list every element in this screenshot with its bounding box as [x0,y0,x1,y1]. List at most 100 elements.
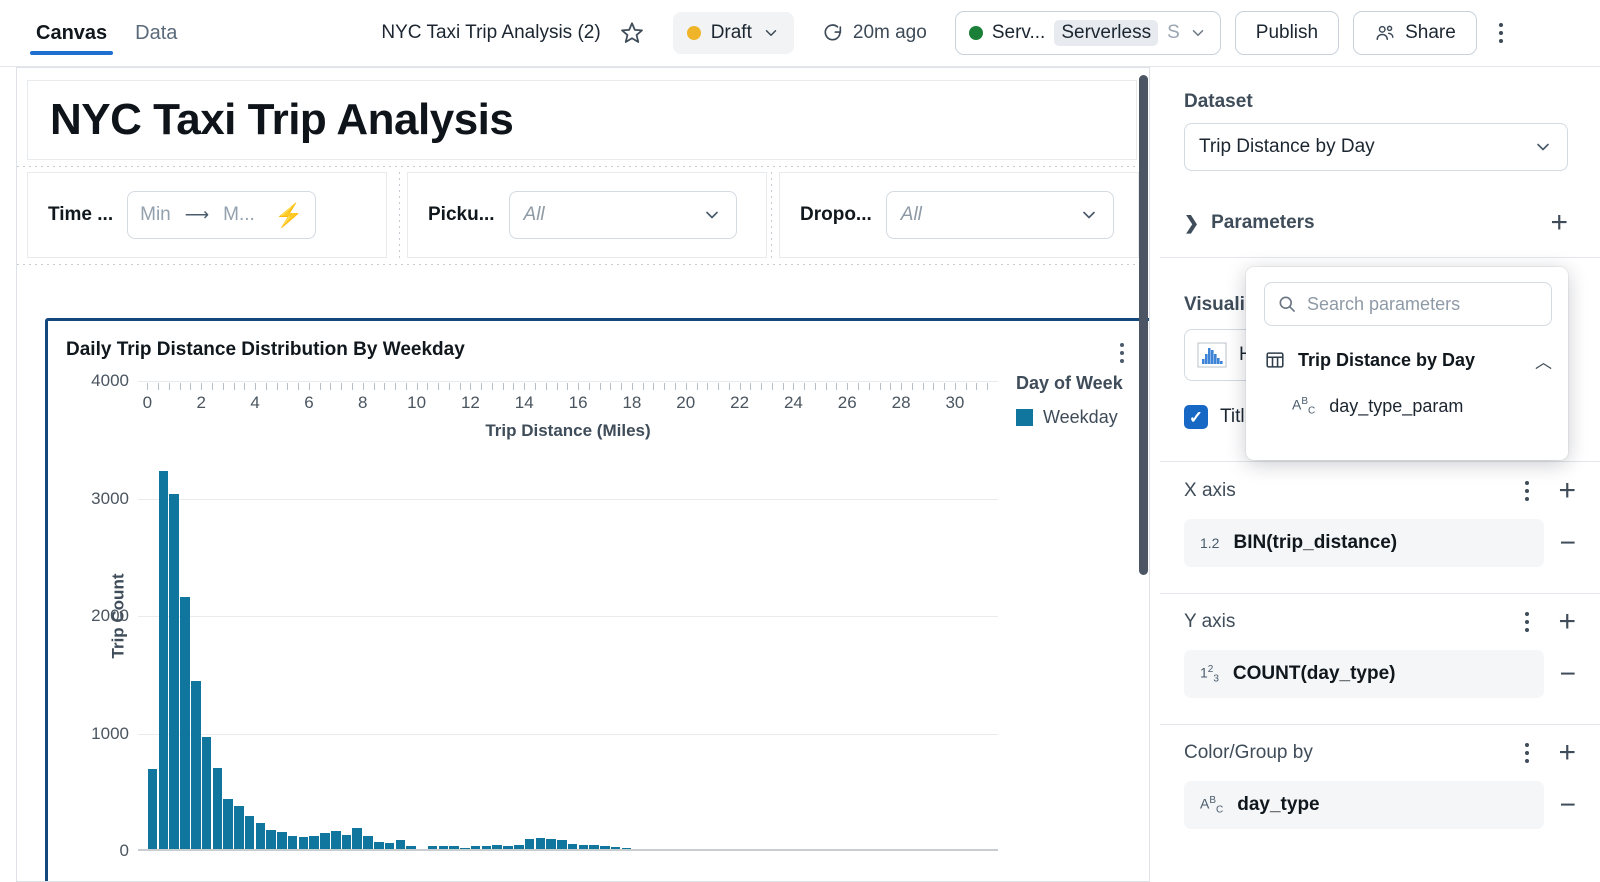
status-dot-icon [687,26,701,40]
dropoff-select[interactable]: All [886,191,1114,239]
add-parameter-button[interactable]: + [1550,211,1568,235]
x-axis-tickmark [352,383,353,390]
bar[interactable] [245,816,255,851]
decimal-type-icon: 1.2 [1200,535,1219,551]
x-axis-tickmark [374,383,375,390]
x-axis-tickmark [675,383,676,390]
filter-widget-time[interactable]: Time ... Min ⟶ M... ⚡ [27,172,387,258]
x-axis-tick-label: 24 [784,393,803,413]
remove-field-button-x-axis[interactable]: − [1560,534,1576,552]
share-button[interactable]: Share [1353,11,1477,55]
tab-data[interactable]: Data [121,0,191,67]
bar[interactable] [148,769,158,851]
x-axis-tickmark [201,383,202,390]
field-pill-y-axis[interactable]: 123 COUNT(day_type) [1184,650,1544,698]
refresh-status[interactable]: 20m ago [822,22,927,44]
shelf-menu-icon[interactable] [1518,743,1536,763]
chevron-up-icon[interactable]: ︿ [1535,348,1552,373]
x-axis-tickmark [513,383,514,390]
shelf-menu-icon[interactable] [1518,612,1536,632]
visualization-label: Visuali [1184,294,1245,316]
bar[interactable] [191,681,201,851]
dataset-value: Trip Distance by Day [1199,136,1375,158]
add-field-button-color-group[interactable]: + [1558,741,1576,765]
bar[interactable] [202,737,212,851]
filter-widget-dropoff[interactable]: Dropo... All [779,172,1139,258]
title-checkbox[interactable] [1184,405,1208,429]
x-axis-tickmark [395,383,396,390]
pickup-select[interactable]: All [509,191,737,239]
legend-swatch-icon [1016,409,1033,426]
more-options-icon[interactable] [1489,23,1513,43]
canvas-scrollbar[interactable] [1139,75,1148,575]
shelf-title-y-axis: Y axis [1184,611,1235,633]
bar[interactable] [256,823,266,851]
filter-widget-pickup[interactable]: Picku... All [407,172,767,258]
parameter-group-row[interactable]: Trip Distance by Day ︿ [1264,343,1552,377]
grid-divider [17,166,1150,167]
shelf-menu-icon[interactable] [1518,481,1536,501]
y-axis-tick-label: 4000 [91,371,129,391]
bar[interactable] [234,806,244,851]
remove-field-button-color-group[interactable]: − [1560,796,1576,814]
people-icon [1374,22,1396,44]
add-field-button-y-axis[interactable]: + [1558,610,1576,634]
x-axis-tick-label: 30 [945,393,964,413]
field-pill-x-axis[interactable]: 1.2 BIN(trip_distance) [1184,519,1544,567]
x-axis-tickmark [847,383,848,390]
dataset-select[interactable]: Trip Distance by Day [1184,123,1568,171]
document-title[interactable]: NYC Taxi Trip Analysis (2) [381,22,600,44]
star-icon[interactable] [617,18,647,48]
x-axis-tickmark [772,383,773,390]
chart-widget[interactable]: Daily Trip Distance Distribution By Week… [45,318,1150,882]
range-max-placeholder: M... [223,204,255,226]
bar[interactable] [159,471,169,851]
x-axis-tickmark [621,383,622,390]
bar[interactable] [331,831,341,851]
bar[interactable] [352,828,362,852]
x-axis-tickmark [180,383,181,390]
field-pill-color-group[interactable]: ABC day_type [1184,781,1544,829]
bar[interactable] [180,597,190,851]
x-axis-tickmark [589,383,590,390]
warehouse-selector[interactable]: Serv... Serverless S [955,11,1221,55]
kebab-dot [1525,628,1529,632]
bar[interactable] [169,494,179,851]
add-field-button-x-axis[interactable]: + [1558,479,1576,503]
x-axis-tickmark [244,383,245,390]
x-axis-tickmark [438,383,439,390]
bar[interactable] [223,799,233,851]
x-axis-tickmark [223,383,224,390]
lightning-bolt-icon[interactable]: ⚡ [275,202,304,229]
kebab-dot [1525,743,1529,747]
bar[interactable] [266,830,276,851]
title-checkbox-label: Titl [1220,406,1245,428]
legend-item[interactable]: Weekday [1016,407,1123,428]
parameters-section-header[interactable]: ❯ Parameters + [1184,211,1568,235]
x-axis-tick-label: 18 [622,393,641,413]
tab-canvas[interactable]: Canvas [22,0,121,67]
parameter-search-input[interactable]: Search parameters [1264,282,1552,326]
x-axis-tickmark [793,383,794,390]
x-axis-tickmark [309,383,310,390]
legend-title: Day of Week [1016,373,1123,394]
x-axis-tick-label: 0 [143,393,152,413]
parameters-label: Parameters [1211,212,1315,234]
bar[interactable] [213,768,223,851]
string-type-icon: ABC [1200,795,1223,815]
arrow-right-icon: ⟶ [185,205,209,225]
parameter-item[interactable]: ABC day_type_param [1292,389,1552,423]
x-axis-tick-label: 8 [358,393,367,413]
x-axis-tickmark [190,383,191,390]
section-divider [1160,257,1600,258]
remove-field-button-y-axis[interactable]: − [1560,665,1576,683]
time-range-input[interactable]: Min ⟶ M... ⚡ [127,191,316,239]
shelf-title-x-axis: X axis [1184,480,1236,502]
x-axis-tickmark [966,383,967,390]
kebab-dot [1120,343,1124,347]
title-checkbox-row[interactable]: Titl [1184,405,1245,429]
status-badge[interactable]: Draft [673,12,794,54]
chart-menu-icon[interactable] [1112,343,1132,363]
publish-button[interactable]: Publish [1235,11,1339,55]
canvas-title-widget[interactable]: NYC Taxi Trip Analysis [27,80,1137,160]
